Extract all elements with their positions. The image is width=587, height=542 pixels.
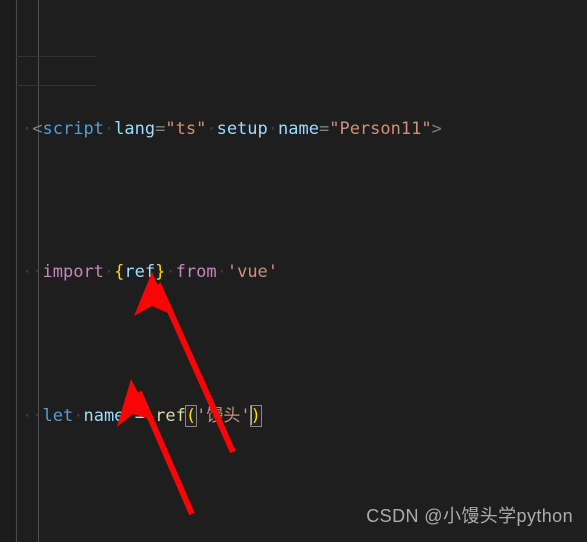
ref-call: ref <box>155 405 186 426</box>
whitespace-dot: · <box>206 118 217 139</box>
attr-setup: setup <box>216 118 268 139</box>
whitespace-dot: · <box>22 118 33 139</box>
keyword-let: let <box>42 405 74 426</box>
whitespace-dot: · <box>216 262 227 283</box>
import-binding-ref: ref <box>124 262 156 283</box>
brace-close: } <box>155 262 166 283</box>
code-line-3[interactable]: ··let·name·=·ref('馒头') <box>0 402 587 431</box>
equals-sign: = <box>318 118 330 139</box>
csdn-watermark: CSDN @小馒头学python <box>366 506 573 526</box>
module-vue: 'vue' <box>226 262 279 283</box>
tag-name: script <box>42 118 104 139</box>
assign-operator: = <box>134 405 145 426</box>
whitespace-dot: · <box>144 405 156 426</box>
bracket-match-close: ) <box>249 404 262 427</box>
attr-lang-value: "ts" <box>165 118 207 139</box>
whitespace-dot: · <box>32 405 43 426</box>
attr-name-value: "Person11" <box>329 118 432 139</box>
string-mantou: '馒头' <box>196 405 251 426</box>
angle-bracket-close: > <box>431 118 442 139</box>
brace-open: { <box>114 262 125 283</box>
keyword-from: from <box>175 262 217 283</box>
whitespace-dot: · <box>22 262 33 283</box>
whitespace-dot: · <box>73 405 84 426</box>
angle-bracket-open: < <box>32 118 43 139</box>
code-line-2[interactable]: ··import·{ref}·from·'vue' <box>0 258 587 287</box>
code-line-1[interactable]: ·<script·lang="ts"·setup·name="Person11"… <box>0 115 587 144</box>
code-content[interactable]: ·<script·lang="ts"·setup·name="Person11"… <box>0 0 587 542</box>
code-editor[interactable]: ·<script·lang="ts"·setup·name="Person11"… <box>0 0 587 542</box>
whitespace-dot: · <box>165 262 176 283</box>
attr-lang: lang <box>114 118 156 139</box>
whitespace-dot: · <box>124 405 135 426</box>
attr-name: name <box>278 118 319 139</box>
equals-sign: = <box>155 118 166 139</box>
whitespace-dot: · <box>103 118 115 139</box>
keyword-import: import <box>42 262 104 283</box>
bracket-match-open: ( <box>184 404 198 427</box>
whitespace-dot: · <box>22 405 33 426</box>
whitespace-dot: · <box>103 262 115 283</box>
whitespace-dot: · <box>32 262 43 283</box>
whitespace-dot: · <box>267 118 279 139</box>
variable-name: name <box>83 405 125 426</box>
